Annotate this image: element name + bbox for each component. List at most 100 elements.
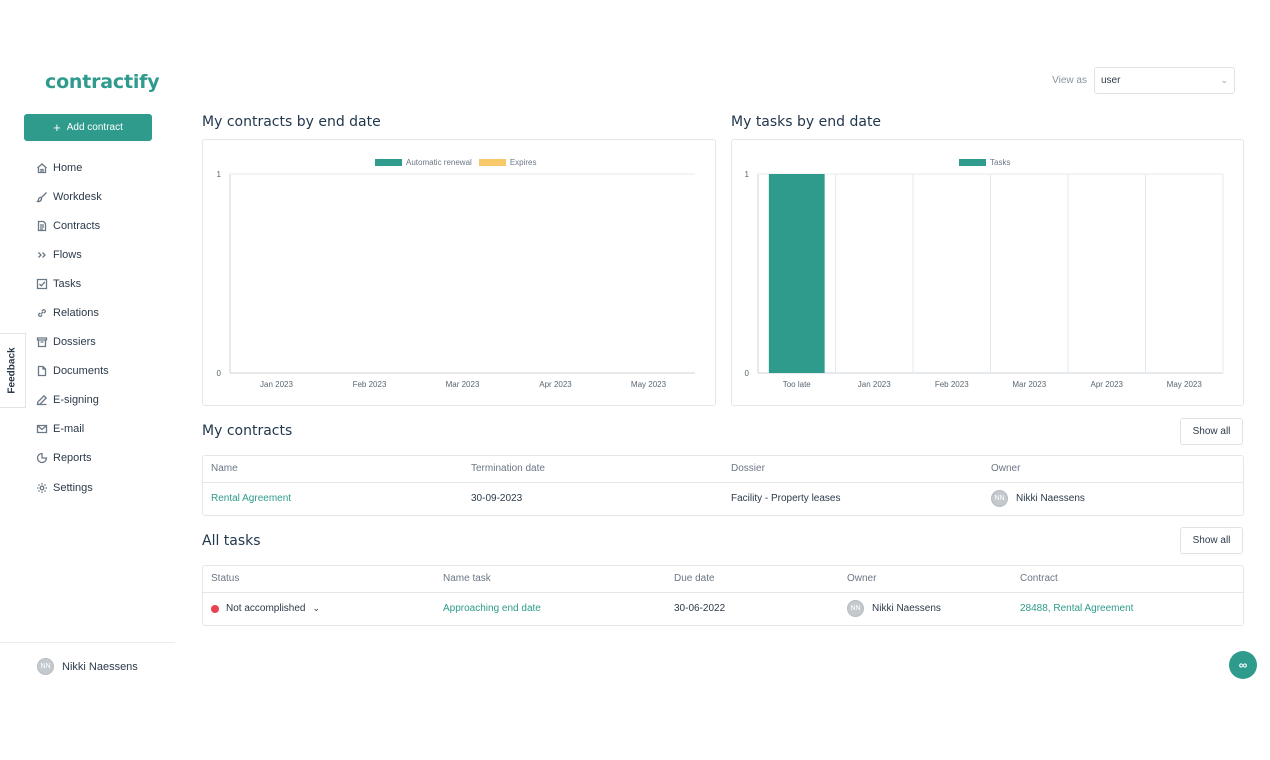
- sidebar-item-label: Settings: [53, 481, 93, 494]
- feedback-tab[interactable]: Feedback: [0, 333, 26, 408]
- tasks-chart: 0 1 Too late Jan 2023 Feb 2023 Mar 2023 Apr 20…: [745, 170, 1224, 389]
- current-user-name: Nikki Naessens: [62, 660, 138, 673]
- sidebar-item-label: E-signing: [53, 394, 99, 407]
- chat-button[interactable]: ∞: [1229, 651, 1257, 679]
- file-icon: [37, 366, 47, 377]
- column-header-owner[interactable]: Owner: [983, 456, 1243, 483]
- view-as-select[interactable]: user ⌄: [1094, 67, 1235, 94]
- y-tick-label: 1: [745, 170, 750, 179]
- sidebar-item-reports[interactable]: Reports: [36, 444, 109, 473]
- avatar: NN: [847, 600, 864, 618]
- status-label: Not accomplished: [226, 603, 306, 615]
- y-tick-label: 1: [217, 170, 222, 179]
- contract-link[interactable]: 28488, Rental Agreement: [1020, 603, 1133, 614]
- owner-cell: NN Nikki Naessens: [847, 600, 1012, 618]
- sidebar-item-dossiers[interactable]: Dossiers: [36, 328, 109, 357]
- column-header-name[interactable]: Name: [203, 456, 463, 483]
- status-dropdown[interactable]: Not accomplished ⌄: [211, 603, 435, 614]
- x-tick-label: Mar 2023: [446, 380, 480, 389]
- sidebar-item-e-signing[interactable]: E-signing: [36, 386, 109, 415]
- sidebar-item-home[interactable]: Home: [36, 153, 109, 182]
- view-as-value: user: [1101, 75, 1121, 86]
- due-date-cell: 30-06-2022: [674, 603, 726, 615]
- my-contracts-title: My contracts: [202, 423, 293, 439]
- chevron-down-icon: ⌄: [312, 603, 321, 614]
- gear-icon: [37, 482, 47, 493]
- bar: [768, 174, 825, 373]
- termination-date-cell: 30-09-2023: [471, 493, 523, 505]
- home-icon: [37, 162, 47, 173]
- contracts-chart: 0 1 Jan 2023 Feb 2023 Mar 2023 Apr 2023 May 20…: [217, 170, 695, 389]
- sidebar-item-label: Home: [53, 161, 83, 174]
- add-contract-label: Add contract: [66, 122, 123, 133]
- all-tasks-table: Status Name task Due date Owner Contract…: [203, 566, 1243, 625]
- chat-icon: ∞: [1238, 658, 1248, 672]
- column-header-name-task[interactable]: Name task: [435, 566, 666, 593]
- table-row: Not accomplished ⌄ Approaching end date …: [203, 592, 1243, 625]
- sidebar-item-label: Relations: [53, 307, 99, 320]
- mail-icon: [36, 425, 48, 434]
- contracts-show-all-button[interactable]: Show all: [1180, 418, 1243, 445]
- sidebar-item-relations[interactable]: Relations: [36, 298, 109, 327]
- avatar: NN: [37, 658, 54, 675]
- contract-name-link[interactable]: Rental Agreement: [211, 493, 291, 504]
- tasks-show-all-button[interactable]: Show all: [1180, 527, 1243, 554]
- column-header-termination-date[interactable]: Termination date: [463, 456, 723, 483]
- y-tick-label: 0: [217, 369, 222, 378]
- sidebar-item-label: Contracts: [53, 219, 101, 232]
- pie-icon: [36, 453, 48, 464]
- x-tick-label: Feb 2023: [935, 380, 969, 389]
- status-dot-icon: [211, 604, 219, 613]
- sidebar-item-settings[interactable]: Settings: [36, 473, 109, 502]
- sidebar-item-label: Reports: [53, 452, 92, 465]
- column-header-owner[interactable]: Owner: [839, 566, 1012, 593]
- sidebar-item-label: E-mail: [53, 423, 85, 436]
- sidebar-item-flows[interactable]: Flows: [36, 240, 109, 269]
- plus-icon: +: [53, 120, 61, 135]
- all-tasks-title: All tasks: [202, 533, 261, 549]
- my-contracts-table: Name Termination date Dossier Owner Rent…: [203, 456, 1243, 515]
- column-header-dossier[interactable]: Dossier: [723, 456, 983, 483]
- avatar: NN: [991, 490, 1008, 508]
- sidebar-item-label: Dossiers: [53, 336, 96, 349]
- my-contracts-table-card: Name Termination date Dossier Owner Rent…: [202, 455, 1244, 516]
- sidebar-item-workdesk[interactable]: Workdesk: [36, 182, 109, 211]
- x-tick-label: May 2023: [1167, 380, 1203, 389]
- sidebar-item-contracts[interactable]: Contracts: [36, 211, 109, 240]
- sidebar: contractify + Add contract Home Workdesk…: [0, 52, 175, 692]
- sidebar-item-tasks[interactable]: Tasks: [36, 269, 109, 298]
- pen-icon: [36, 395, 48, 406]
- app-window: contractify + Add contract Home Workdesk…: [0, 52, 1270, 692]
- document-icon: [37, 220, 47, 231]
- dossier-cell: Facility - Property leases: [731, 493, 841, 505]
- column-header-due-date[interactable]: Due date: [666, 566, 839, 593]
- sidebar-item-label: Flows: [53, 248, 82, 261]
- all-tasks-table-card: Status Name task Due date Owner Contract…: [202, 565, 1244, 626]
- owner-name: Nikki Naessens: [872, 603, 941, 615]
- sidebar-item-documents[interactable]: Documents: [36, 357, 109, 386]
- x-tick-label: Too late: [783, 380, 812, 389]
- x-tick-label: Jan 2023: [858, 380, 891, 389]
- x-tick-label: Apr 2023: [539, 380, 572, 389]
- y-tick-label: 0: [745, 369, 750, 378]
- table-row: Rental Agreement 30-09-2023 Facility - P…: [203, 482, 1243, 515]
- owner-name: Nikki Naessens: [1016, 493, 1085, 505]
- task-name-link[interactable]: Approaching end date: [443, 603, 541, 614]
- column-header-contract[interactable]: Contract: [1012, 566, 1243, 593]
- sidebar-item-label: Workdesk: [53, 190, 102, 203]
- column-header-status[interactable]: Status: [203, 566, 435, 593]
- archive-icon: [36, 337, 48, 348]
- table-header-row: Status Name task Due date Owner Contract: [203, 566, 1243, 593]
- current-user[interactable]: NN Nikki Naessens: [37, 658, 138, 675]
- view-as-control: View as user ⌄: [1052, 67, 1235, 94]
- view-as-label: View as: [1052, 75, 1087, 86]
- tasks-chart-title: My tasks by end date: [731, 114, 882, 130]
- double-chevron-icon: [38, 251, 46, 258]
- feedback-label: Feedback: [7, 347, 19, 394]
- sidebar-item-e-mail[interactable]: E-mail: [36, 415, 109, 444]
- add-contract-button[interactable]: + Add contract: [24, 114, 152, 141]
- main-content: View as user ⌄ My contracts by end date …: [175, 52, 1270, 692]
- x-tick-label: Apr 2023: [1091, 380, 1124, 389]
- brush-icon: [36, 191, 47, 202]
- contracts-chart-card: Automatic renewal Expires 0 1 Jan 2023 Feb …: [202, 139, 716, 406]
